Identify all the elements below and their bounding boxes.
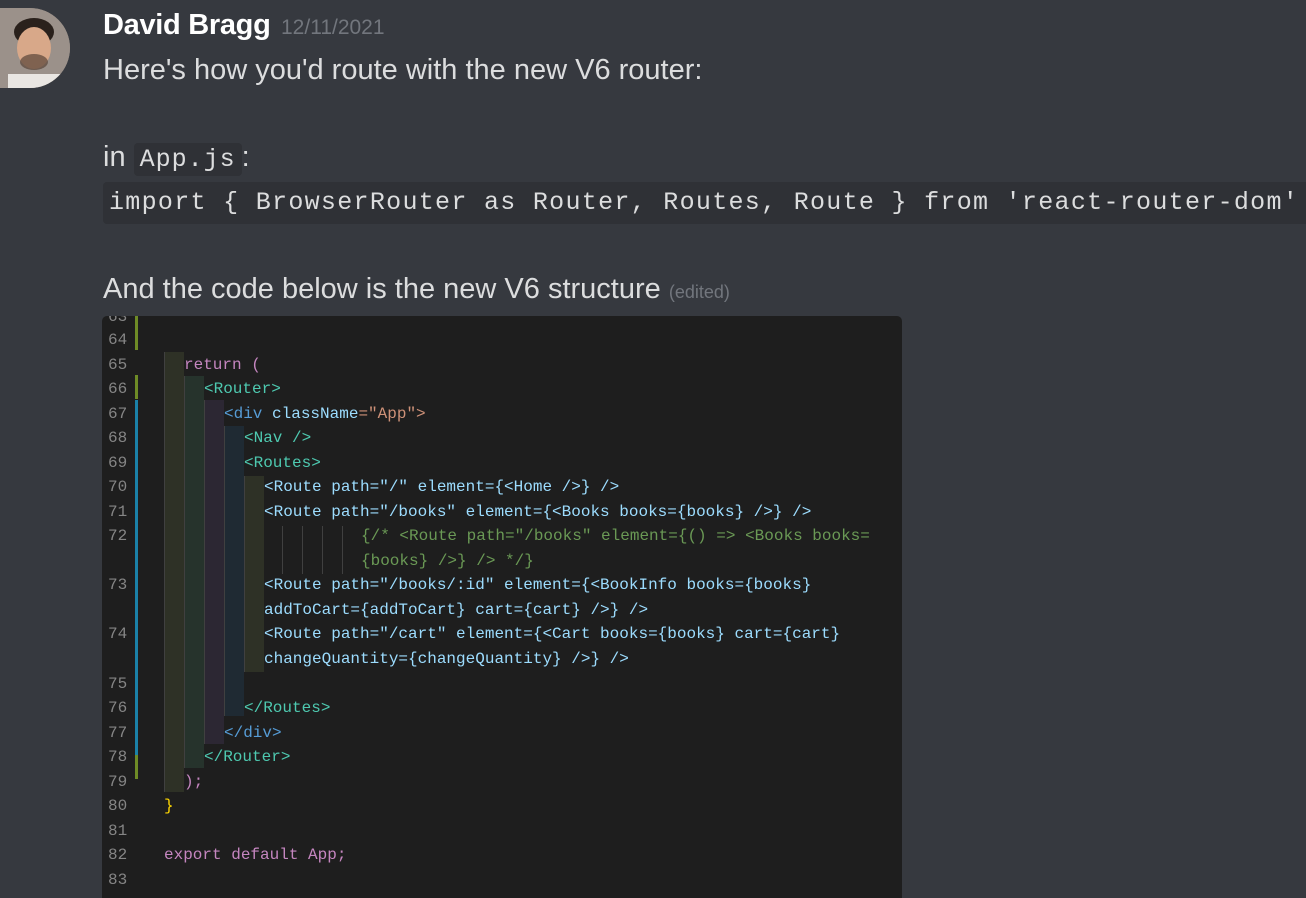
code-line: <Route path="/cart" element={<Cart books… xyxy=(264,625,841,643)
edited-label: (edited) xyxy=(668,282,730,302)
line-number: 64 xyxy=(108,331,128,349)
line-number: 79 xyxy=(108,773,128,791)
code-screenshot-attachment[interactable]: 63 64 65 66 67 68 69 70 71 72 73 74 75 7… xyxy=(102,316,902,898)
line-number: 83 xyxy=(108,871,128,889)
inline-code-appjs: App.js xyxy=(133,143,242,176)
indent-guide xyxy=(322,526,323,574)
code-line: {books} />} /> */} xyxy=(361,552,534,570)
line-number: 67 xyxy=(108,405,128,423)
line-number: 78 xyxy=(108,748,128,766)
line2-suffix: : xyxy=(241,141,250,173)
line-number: 75 xyxy=(108,675,128,693)
code-line: <Routes> xyxy=(244,454,321,472)
message-line-3: And the code below is the new V6 structu… xyxy=(103,273,730,306)
code-line: <Router> xyxy=(204,380,281,398)
indent-highlight xyxy=(164,352,184,792)
indent-guide xyxy=(204,400,205,744)
message-line-2: in App.js: xyxy=(103,141,250,176)
indent-guide xyxy=(302,526,303,574)
line-number: 80 xyxy=(108,797,128,815)
code-line: return ( xyxy=(184,356,261,374)
line-number: 66 xyxy=(108,380,128,398)
code-line: export default App; xyxy=(164,846,347,864)
indent-guide xyxy=(164,352,165,792)
line-number: 72 xyxy=(108,527,128,545)
author-name[interactable]: David Bragg xyxy=(103,9,271,42)
code-line: <Route path="/books/:id" element={<BookI… xyxy=(264,576,812,594)
code-line: ); xyxy=(184,773,204,791)
code-line: <div className="App"> xyxy=(224,405,426,423)
line2-prefix: in xyxy=(103,141,134,173)
code-line: <Route path="/" element={<Home />} /> xyxy=(264,478,620,496)
code-line: <Nav /> xyxy=(244,429,312,447)
avatar[interactable] xyxy=(0,8,70,88)
line-number: 70 xyxy=(108,478,128,496)
line-number: 69 xyxy=(108,454,128,472)
code-token: <div xyxy=(224,405,273,423)
code-line: <Route path="/books" element={<Books boo… xyxy=(264,503,812,521)
indent-highlight xyxy=(204,400,224,744)
code-line: </Routes> xyxy=(244,699,331,717)
indent-highlight xyxy=(244,476,264,672)
line-number: 82 xyxy=(108,846,128,864)
indent-highlight xyxy=(224,426,244,716)
code-line: addToCart={addToCart} cart={cart} />} /> xyxy=(264,601,649,619)
line3-text: And the code below is the new V6 structu… xyxy=(103,273,661,305)
line-number: 65 xyxy=(108,356,128,374)
message-line-1: Here's how you'd route with the new V6 r… xyxy=(103,54,703,86)
line-number: 74 xyxy=(108,625,128,643)
message-timestamp: 12/11/2021 xyxy=(281,16,385,39)
line-number: 76 xyxy=(108,699,128,717)
indent-guide xyxy=(184,376,185,768)
code-line: {/* <Route path="/books" element={() => … xyxy=(361,527,870,545)
code-token: className xyxy=(272,405,359,423)
line-number: 77 xyxy=(108,724,128,742)
code-line: </div> xyxy=(224,724,282,742)
indent-guide xyxy=(282,526,283,574)
line-number: 71 xyxy=(108,503,128,521)
line-number: 68 xyxy=(108,429,128,447)
indent-guide xyxy=(244,476,245,672)
line-number: 63 xyxy=(108,316,128,326)
indent-guide xyxy=(224,426,225,716)
indent-guide xyxy=(342,526,343,574)
import-code-block: import { BrowserRouter as Router, Routes… xyxy=(103,182,1306,224)
line-number: 73 xyxy=(108,576,128,594)
line-number: 81 xyxy=(108,822,128,840)
code-line: } xyxy=(164,797,174,815)
indent-highlight xyxy=(184,376,204,768)
code-line: changeQuantity={changeQuantity} />} /> xyxy=(264,650,629,668)
code-line: </Router> xyxy=(204,748,291,766)
code-token: ="App"> xyxy=(358,405,426,423)
